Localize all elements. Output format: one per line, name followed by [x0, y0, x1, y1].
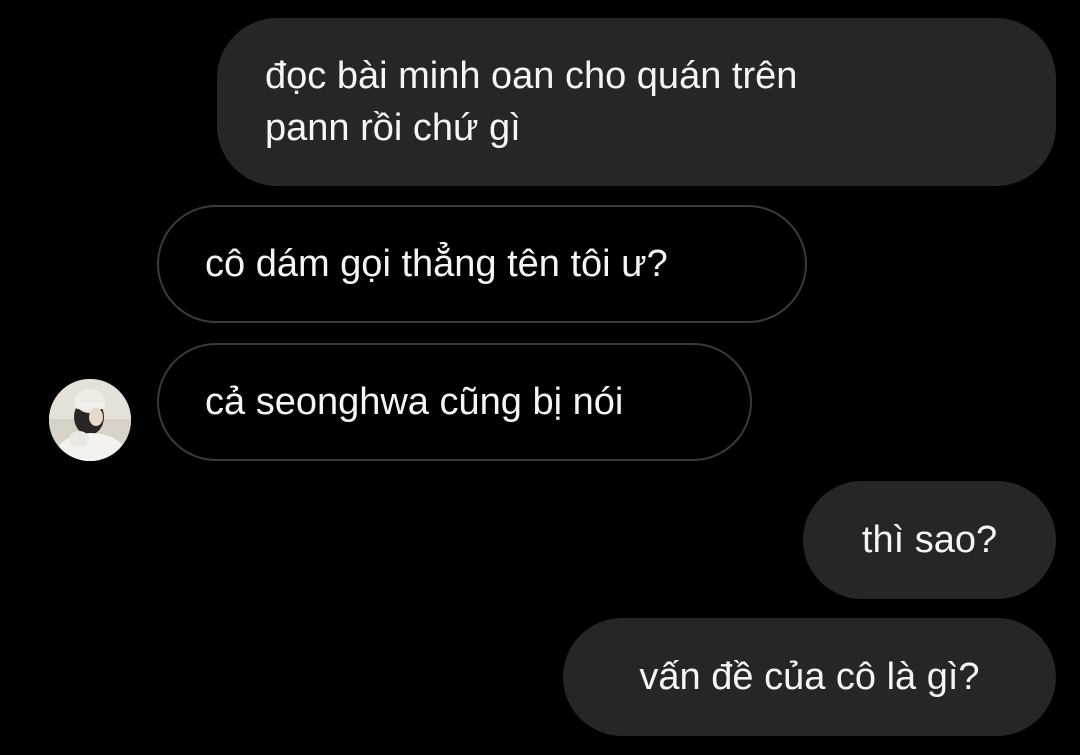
message-text: vấn đề của cô là gì?	[639, 656, 980, 698]
message-bubble-incoming[interactable]: cô dám gọi thẳng tên tôi ư?	[157, 205, 807, 323]
message-bubble-outgoing[interactable]: vấn đề của cô là gì?	[563, 618, 1056, 736]
message-bubble-outgoing[interactable]: đọc bài minh oan cho quán trên pann rồi …	[217, 18, 1056, 186]
contact-avatar-icon[interactable]	[49, 379, 131, 461]
message-bubble-incoming[interactable]: cả seonghwa cũng bị nói	[157, 343, 752, 461]
message-text: thì sao?	[861, 519, 998, 561]
message-bubble-outgoing[interactable]: thì sao?	[803, 481, 1056, 599]
message-text: cô dám gọi thẳng tên tôi ư?	[205, 243, 668, 285]
message-text: đọc bài minh oan cho quán trên pann rồi …	[265, 55, 798, 149]
message-text: cả seonghwa cũng bị nói	[205, 381, 624, 423]
avatar-photo	[49, 379, 131, 461]
